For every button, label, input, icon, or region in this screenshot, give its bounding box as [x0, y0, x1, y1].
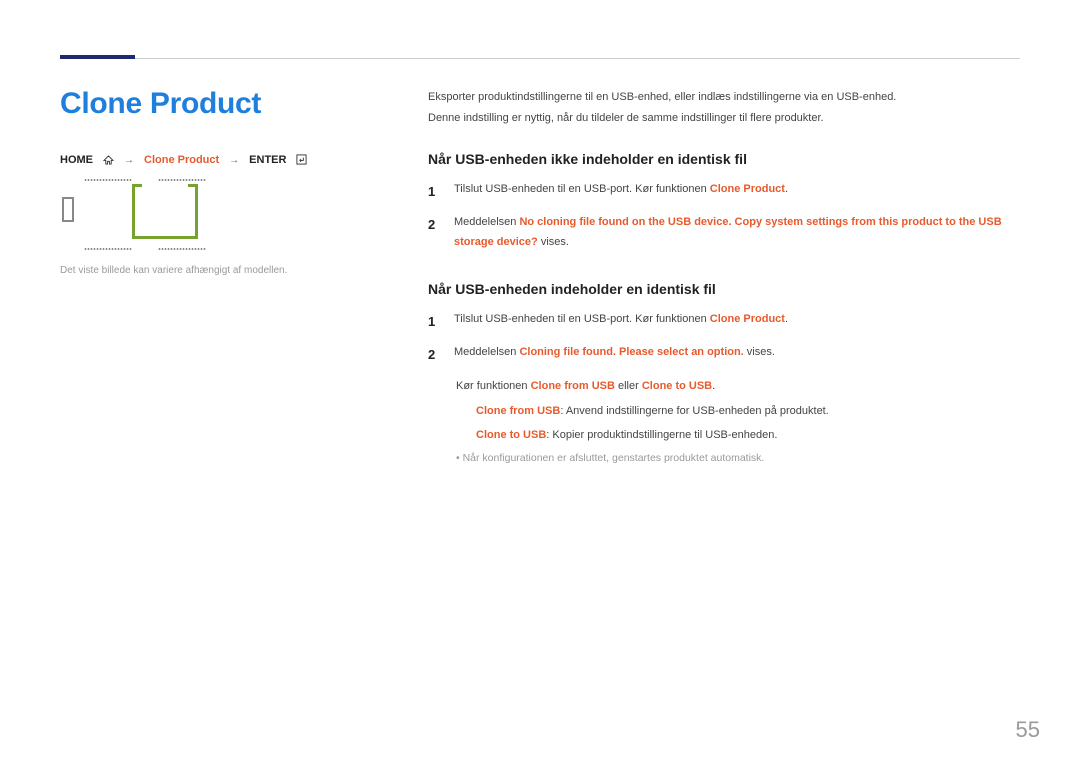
breadcrumb-home: HOME: [60, 154, 93, 166]
clone-from-usb-line: Clone from USB: Anvend indstillingerne f…: [476, 402, 1020, 422]
section1-step1: 1 Tilslut USB-enheden til en USB-port. K…: [428, 180, 1020, 203]
chevron-right-icon: →: [124, 155, 134, 166]
section2-heading: Når USB-enheden indeholder en identisk f…: [428, 281, 1020, 297]
product-figure: [60, 177, 225, 252]
header-rule: [60, 55, 1020, 59]
figure-caption: Det viste billede kan variere afhængigt …: [60, 264, 390, 278]
note-bullet: Når konfigurationen er afsluttet, gensta…: [456, 450, 1020, 468]
section1-step2: 2 Meddelelsen No cloning file found on t…: [428, 213, 1020, 253]
section2-step2: 2 Meddelelsen Cloning file found. Please…: [428, 343, 1020, 366]
clone-to-usb-line: Clone to USB: Kopier produktindstillinge…: [476, 426, 1020, 446]
breadcrumb-item: Clone Product: [144, 154, 219, 166]
section1-heading: Når USB-enheden ikke indeholder en ident…: [428, 151, 1020, 167]
page-title: Clone Product: [60, 87, 390, 121]
home-icon: [103, 155, 114, 165]
run-function-line: Kør funktionen Clone from USB eller Clon…: [456, 377, 1020, 397]
breadcrumb: HOME → Clone Product → ENTER: [60, 153, 390, 167]
intro-text: Eksporter produktindstillingerne til en …: [428, 87, 1020, 129]
enter-icon: [296, 154, 307, 168]
chevron-right-icon: →: [229, 155, 239, 166]
page-number: 55: [1016, 717, 1040, 743]
breadcrumb-enter: ENTER: [249, 154, 286, 166]
section2-step1: 1 Tilslut USB-enheden til en USB-port. K…: [428, 310, 1020, 333]
